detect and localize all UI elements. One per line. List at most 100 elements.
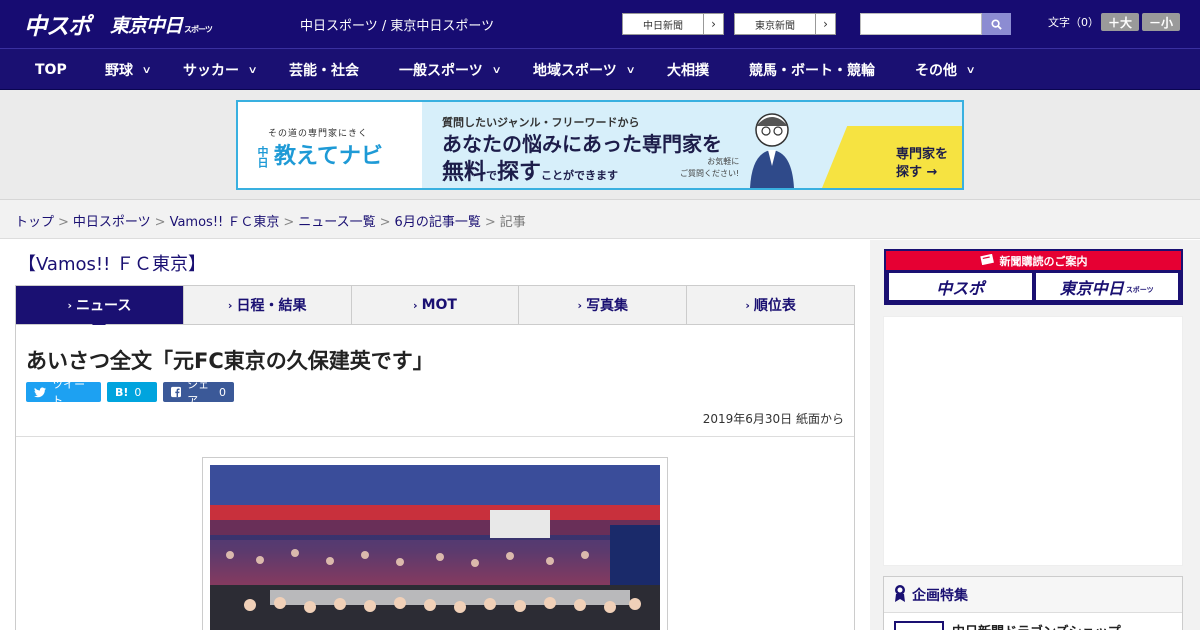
search-input[interactable] [860,13,982,35]
tab-standings[interactable]: › 順位表 [687,286,854,324]
feature-item-dragons-shop[interactable]: 中日新聞ドラゴンズショップ [894,621,1121,630]
breadcrumb-item-vamos[interactable]: Vamos!! ＦＣ東京 [170,215,280,230]
chevron-down-icon: ∨ [491,64,502,76]
chunichi-shimbun-link[interactable]: 中日新聞 › [622,13,724,35]
facebook-share-button[interactable]: シェア 0 [163,378,234,407]
feature-box: 企画特集 中日新聞ドラゴンズショップ [883,576,1183,630]
font-smaller-button[interactable]: －小 [1142,13,1180,31]
breadcrumb-separator: > [154,215,166,230]
article-title: あいさつ全文「元FC東京の久保建英です」 [26,349,434,373]
hatena-icon: B! [115,385,129,399]
banner-logo-panel: その道の専門家にきく 中日 教えてナビ [238,102,422,188]
nav-item-soccer[interactable]: サッカー ∨ [183,49,258,91]
nav-item-racing[interactable]: 競馬・ボート・競輪 [749,49,875,91]
chevron-right-icon: › [67,298,73,312]
feature-item-label: 中日新聞ドラゴンズショップ [952,621,1121,630]
tab-label: ニュース [76,298,132,314]
chuspo-subscribe-label: 中スポ [936,278,985,298]
breadcrumb-separator: > [283,215,295,230]
tokyo-logo-small-text: スポーツ [184,24,213,34]
font-larger-button[interactable]: ＋大 [1101,13,1139,31]
breadcrumb: トップ > 中日スポーツ > Vamos!! ＦＣ東京 > ニュース一覧 >6月の記事一覧 > 記… [15,211,526,230]
column-title: 【Vamos!! ＦＣ東京】 [18,254,207,275]
font-size-label: 文字（0） [1048,16,1099,29]
breadcrumb-current: 記事 [499,215,526,230]
tab-photo-gallery[interactable]: › 写真集 [519,286,688,324]
chevron-right-icon: › [745,298,750,312]
article-divider [16,436,854,437]
tab-schedule-results[interactable]: › 日程・結果 [184,286,352,324]
banner-cta[interactable]: 専門家を 探す → [896,146,948,182]
site-header: 中スポ 東京中日 スポーツ 中日スポーツ / 東京中日スポーツ 中日新聞 › 東京… [0,0,1200,48]
banner-can-text: ことができます [541,169,619,182]
tokyo-subscribe-small: スポーツ [1125,285,1154,294]
tab-label: 順位表 [753,298,796,314]
breadcrumb-separator: > [379,215,391,230]
breadcrumb-item-news-list[interactable]: ニュース一覧 [298,215,375,230]
nav-item-label: 地域スポーツ [533,63,617,79]
nav-item-sumo[interactable]: 大相撲 [667,49,709,91]
nav-item-local-sports[interactable]: 地域スポーツ ∨ [533,49,636,91]
tab-mot[interactable]: › MOT [352,286,520,324]
twitter-icon [34,386,47,397]
breadcrumb-separator: > [58,215,69,230]
chevron-down-icon: ∨ [965,64,976,76]
facebook-icon [171,386,182,398]
nav-item-label: サッカー [183,63,239,79]
nav-item-general-sports[interactable]: 一般スポーツ ∨ [399,49,502,91]
banner-note: お気軽に ご質問ください! [680,156,739,180]
article-photo[interactable] [210,465,660,630]
nav-item-baseball[interactable]: 野球 ∨ [105,49,152,91]
dragons-shop-thumbnail [894,621,944,630]
search-button[interactable] [982,13,1011,35]
banner-note-2: ご質問ください! [680,169,740,178]
nav-item-label: 競馬・ボート・競輪 [749,63,875,79]
nav-item-other[interactable]: その他 ∨ [915,49,976,91]
expert-illustration-icon [750,113,794,188]
hatena-count: 0 [134,385,142,399]
ad-area: その道の専門家にきく 中日 教えてナビ 質問したいジャンル・フリーワードから あな… [0,90,1200,200]
tokyo-chunichi-logo[interactable]: 東京中日 スポーツ [110,6,213,42]
banner-copy-panel: 質問したいジャンル・フリーワードから あなたの悩みにあった専門家を 無料で探すこ… [422,102,962,188]
nav-item-top[interactable]: TOP [35,49,67,91]
chevron-down-icon: ∨ [247,64,258,76]
oshiete-navi-banner[interactable]: その道の専門家にきく 中日 教えてナビ 質問したいジャンル・フリーワードから あな… [236,100,964,190]
chevron-down-icon: ∨ [625,64,636,76]
subscription-box[interactable]: 新聞購読のご案内 中スポ 東京中日 スポーツ [884,249,1183,305]
breadcrumb-item-top[interactable]: トップ [15,215,54,230]
banner-cta-line2: 探す → [896,165,938,180]
banner-logo: 中日 教えてナビ [254,138,399,170]
banner-logo-text: 教えてナビ [274,144,383,169]
feature-header: 企画特集 [884,577,1182,613]
subscription-header-text: 新聞購読のご案内 [999,254,1088,268]
tokyo-subscribe-label: 東京中日 [1059,278,1124,298]
nav-item-entertainment[interactable]: 芸能・社会 [289,49,359,91]
chuspo-subscribe-button[interactable]: 中スポ [889,273,1032,300]
banner-line3: 無料で探すことができます [442,154,618,186]
tokyo-chunichi-subscribe-button[interactable]: 東京中日 スポーツ [1035,273,1178,300]
tokyo-logo-text: 東京中日 [110,14,183,37]
tab-label: 写真集 [586,298,629,314]
hatena-bookmark-button[interactable]: B! 0 [107,382,157,402]
tab-label: 日程・結果 [236,298,307,314]
sidebar-ad-slot [883,316,1183,566]
breadcrumb-item-june-list[interactable]: 6月の記事一覧 [395,215,481,230]
section-tabs: › ニュース › 日程・結果 › MOT › 写真集 › 順位表 [15,285,855,332]
twitter-share-button[interactable]: ツイート [26,378,101,407]
facebook-share-label: シェア [187,378,210,407]
tab-news[interactable]: › ニュース [16,286,184,332]
breadcrumb-bar: トップ > 中日スポーツ > Vamos!! ＦＣ東京 > ニュース一覧 >6月の記事一覧 > 記… [0,200,1200,239]
banner-logo-prefix: 中日 [256,146,269,168]
article-date: 2019年6月30日 紙面から [702,412,844,426]
banner-line2: あなたの悩みにあった専門家を [442,132,722,156]
paper-link-label: 東京新聞 [755,20,795,32]
article: あいさつ全文「元FC東京の久保建英です」 ツイート B! 0 シェア 0 201… [15,325,855,630]
banner-note-1: お気軽に [707,157,740,166]
subscription-logos: 中スポ 東京中日 スポーツ [886,270,1181,303]
article-photo-frame [202,457,668,630]
site-title[interactable]: 中日スポーツ / 東京中日スポーツ [300,15,494,34]
tokyo-shimbun-link[interactable]: 東京新聞 › [734,13,836,35]
breadcrumb-item-chunichi-sports[interactable]: 中日スポーツ [73,215,151,230]
chuspo-logo[interactable]: 中スポ [24,6,91,42]
chevron-right-icon: › [577,298,583,312]
